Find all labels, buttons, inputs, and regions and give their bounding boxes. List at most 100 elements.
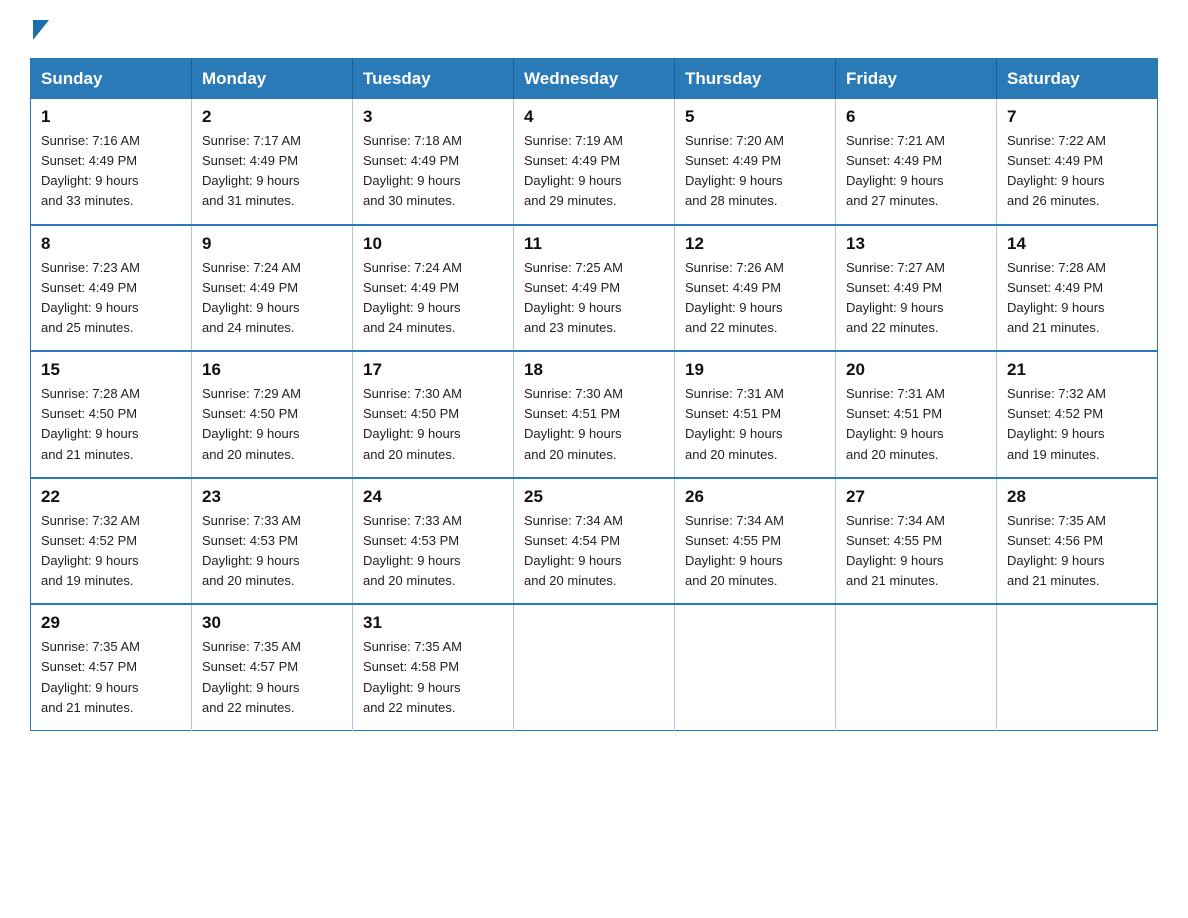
day-info: Sunrise: 7:25 AMSunset: 4:49 PMDaylight:… <box>524 258 664 339</box>
logo-triangle-icon <box>33 20 49 40</box>
calendar-day-header: Saturday <box>997 59 1158 100</box>
day-number: 28 <box>1007 487 1147 507</box>
calendar-day-cell: 22 Sunrise: 7:32 AMSunset: 4:52 PMDaylig… <box>31 478 192 605</box>
day-info: Sunrise: 7:33 AMSunset: 4:53 PMDaylight:… <box>363 511 503 592</box>
calendar-day-cell: 25 Sunrise: 7:34 AMSunset: 4:54 PMDaylig… <box>514 478 675 605</box>
day-number: 5 <box>685 107 825 127</box>
day-info: Sunrise: 7:33 AMSunset: 4:53 PMDaylight:… <box>202 511 342 592</box>
calendar-day-header: Sunday <box>31 59 192 100</box>
day-number: 30 <box>202 613 342 633</box>
day-number: 13 <box>846 234 986 254</box>
day-number: 1 <box>41 107 181 127</box>
calendar-day-cell: 17 Sunrise: 7:30 AMSunset: 4:50 PMDaylig… <box>353 351 514 478</box>
calendar-day-cell: 11 Sunrise: 7:25 AMSunset: 4:49 PMDaylig… <box>514 225 675 352</box>
calendar-day-cell: 3 Sunrise: 7:18 AMSunset: 4:49 PMDayligh… <box>353 99 514 225</box>
day-number: 14 <box>1007 234 1147 254</box>
day-info: Sunrise: 7:29 AMSunset: 4:50 PMDaylight:… <box>202 384 342 465</box>
calendar-day-cell: 15 Sunrise: 7:28 AMSunset: 4:50 PMDaylig… <box>31 351 192 478</box>
calendar-day-header: Friday <box>836 59 997 100</box>
calendar-day-cell <box>997 604 1158 730</box>
calendar-week-row: 15 Sunrise: 7:28 AMSunset: 4:50 PMDaylig… <box>31 351 1158 478</box>
calendar-day-header: Thursday <box>675 59 836 100</box>
day-number: 24 <box>363 487 503 507</box>
calendar-week-row: 1 Sunrise: 7:16 AMSunset: 4:49 PMDayligh… <box>31 99 1158 225</box>
day-number: 17 <box>363 360 503 380</box>
day-number: 9 <box>202 234 342 254</box>
day-info: Sunrise: 7:32 AMSunset: 4:52 PMDaylight:… <box>1007 384 1147 465</box>
page-header <box>30 20 1158 38</box>
day-number: 8 <box>41 234 181 254</box>
calendar-day-cell: 8 Sunrise: 7:23 AMSunset: 4:49 PMDayligh… <box>31 225 192 352</box>
calendar-day-cell: 10 Sunrise: 7:24 AMSunset: 4:49 PMDaylig… <box>353 225 514 352</box>
calendar-day-cell: 1 Sunrise: 7:16 AMSunset: 4:49 PMDayligh… <box>31 99 192 225</box>
day-info: Sunrise: 7:23 AMSunset: 4:49 PMDaylight:… <box>41 258 181 339</box>
day-info: Sunrise: 7:24 AMSunset: 4:49 PMDaylight:… <box>202 258 342 339</box>
calendar-day-cell: 29 Sunrise: 7:35 AMSunset: 4:57 PMDaylig… <box>31 604 192 730</box>
day-number: 23 <box>202 487 342 507</box>
calendar-day-cell: 18 Sunrise: 7:30 AMSunset: 4:51 PMDaylig… <box>514 351 675 478</box>
calendar-day-cell: 19 Sunrise: 7:31 AMSunset: 4:51 PMDaylig… <box>675 351 836 478</box>
calendar-day-cell: 26 Sunrise: 7:34 AMSunset: 4:55 PMDaylig… <box>675 478 836 605</box>
day-info: Sunrise: 7:18 AMSunset: 4:49 PMDaylight:… <box>363 131 503 212</box>
calendar-day-cell: 24 Sunrise: 7:33 AMSunset: 4:53 PMDaylig… <box>353 478 514 605</box>
day-number: 15 <box>41 360 181 380</box>
calendar-header-row: SundayMondayTuesdayWednesdayThursdayFrid… <box>31 59 1158 100</box>
day-info: Sunrise: 7:28 AMSunset: 4:50 PMDaylight:… <box>41 384 181 465</box>
day-number: 18 <box>524 360 664 380</box>
calendar-day-cell: 16 Sunrise: 7:29 AMSunset: 4:50 PMDaylig… <box>192 351 353 478</box>
calendar-day-cell: 6 Sunrise: 7:21 AMSunset: 4:49 PMDayligh… <box>836 99 997 225</box>
calendar-week-row: 8 Sunrise: 7:23 AMSunset: 4:49 PMDayligh… <box>31 225 1158 352</box>
day-number: 27 <box>846 487 986 507</box>
calendar-day-cell: 14 Sunrise: 7:28 AMSunset: 4:49 PMDaylig… <box>997 225 1158 352</box>
day-number: 26 <box>685 487 825 507</box>
day-info: Sunrise: 7:19 AMSunset: 4:49 PMDaylight:… <box>524 131 664 212</box>
logo <box>30 20 49 38</box>
day-number: 22 <box>41 487 181 507</box>
day-number: 3 <box>363 107 503 127</box>
day-info: Sunrise: 7:35 AMSunset: 4:58 PMDaylight:… <box>363 637 503 718</box>
calendar-day-cell: 30 Sunrise: 7:35 AMSunset: 4:57 PMDaylig… <box>192 604 353 730</box>
day-info: Sunrise: 7:16 AMSunset: 4:49 PMDaylight:… <box>41 131 181 212</box>
calendar-day-cell: 7 Sunrise: 7:22 AMSunset: 4:49 PMDayligh… <box>997 99 1158 225</box>
day-info: Sunrise: 7:26 AMSunset: 4:49 PMDaylight:… <box>685 258 825 339</box>
day-number: 2 <box>202 107 342 127</box>
day-number: 10 <box>363 234 503 254</box>
calendar-day-cell: 31 Sunrise: 7:35 AMSunset: 4:58 PMDaylig… <box>353 604 514 730</box>
day-info: Sunrise: 7:31 AMSunset: 4:51 PMDaylight:… <box>685 384 825 465</box>
day-info: Sunrise: 7:20 AMSunset: 4:49 PMDaylight:… <box>685 131 825 212</box>
calendar-day-cell: 21 Sunrise: 7:32 AMSunset: 4:52 PMDaylig… <box>997 351 1158 478</box>
day-number: 21 <box>1007 360 1147 380</box>
day-info: Sunrise: 7:22 AMSunset: 4:49 PMDaylight:… <box>1007 131 1147 212</box>
day-number: 6 <box>846 107 986 127</box>
day-info: Sunrise: 7:28 AMSunset: 4:49 PMDaylight:… <box>1007 258 1147 339</box>
day-number: 31 <box>363 613 503 633</box>
day-number: 19 <box>685 360 825 380</box>
calendar-day-cell: 27 Sunrise: 7:34 AMSunset: 4:55 PMDaylig… <box>836 478 997 605</box>
calendar-day-cell: 23 Sunrise: 7:33 AMSunset: 4:53 PMDaylig… <box>192 478 353 605</box>
calendar-day-header: Monday <box>192 59 353 100</box>
day-number: 16 <box>202 360 342 380</box>
day-info: Sunrise: 7:35 AMSunset: 4:56 PMDaylight:… <box>1007 511 1147 592</box>
calendar-day-cell <box>675 604 836 730</box>
day-number: 11 <box>524 234 664 254</box>
day-info: Sunrise: 7:34 AMSunset: 4:55 PMDaylight:… <box>846 511 986 592</box>
day-number: 25 <box>524 487 664 507</box>
day-info: Sunrise: 7:21 AMSunset: 4:49 PMDaylight:… <box>846 131 986 212</box>
day-number: 12 <box>685 234 825 254</box>
day-info: Sunrise: 7:32 AMSunset: 4:52 PMDaylight:… <box>41 511 181 592</box>
day-info: Sunrise: 7:24 AMSunset: 4:49 PMDaylight:… <box>363 258 503 339</box>
calendar-day-cell <box>836 604 997 730</box>
day-info: Sunrise: 7:35 AMSunset: 4:57 PMDaylight:… <box>202 637 342 718</box>
day-number: 29 <box>41 613 181 633</box>
day-info: Sunrise: 7:30 AMSunset: 4:50 PMDaylight:… <box>363 384 503 465</box>
day-info: Sunrise: 7:27 AMSunset: 4:49 PMDaylight:… <box>846 258 986 339</box>
day-info: Sunrise: 7:35 AMSunset: 4:57 PMDaylight:… <box>41 637 181 718</box>
calendar-day-cell: 12 Sunrise: 7:26 AMSunset: 4:49 PMDaylig… <box>675 225 836 352</box>
calendar-day-cell: 20 Sunrise: 7:31 AMSunset: 4:51 PMDaylig… <box>836 351 997 478</box>
calendar-day-cell <box>514 604 675 730</box>
calendar-day-header: Wednesday <box>514 59 675 100</box>
calendar-day-cell: 28 Sunrise: 7:35 AMSunset: 4:56 PMDaylig… <box>997 478 1158 605</box>
day-info: Sunrise: 7:31 AMSunset: 4:51 PMDaylight:… <box>846 384 986 465</box>
day-info: Sunrise: 7:17 AMSunset: 4:49 PMDaylight:… <box>202 131 342 212</box>
day-number: 4 <box>524 107 664 127</box>
